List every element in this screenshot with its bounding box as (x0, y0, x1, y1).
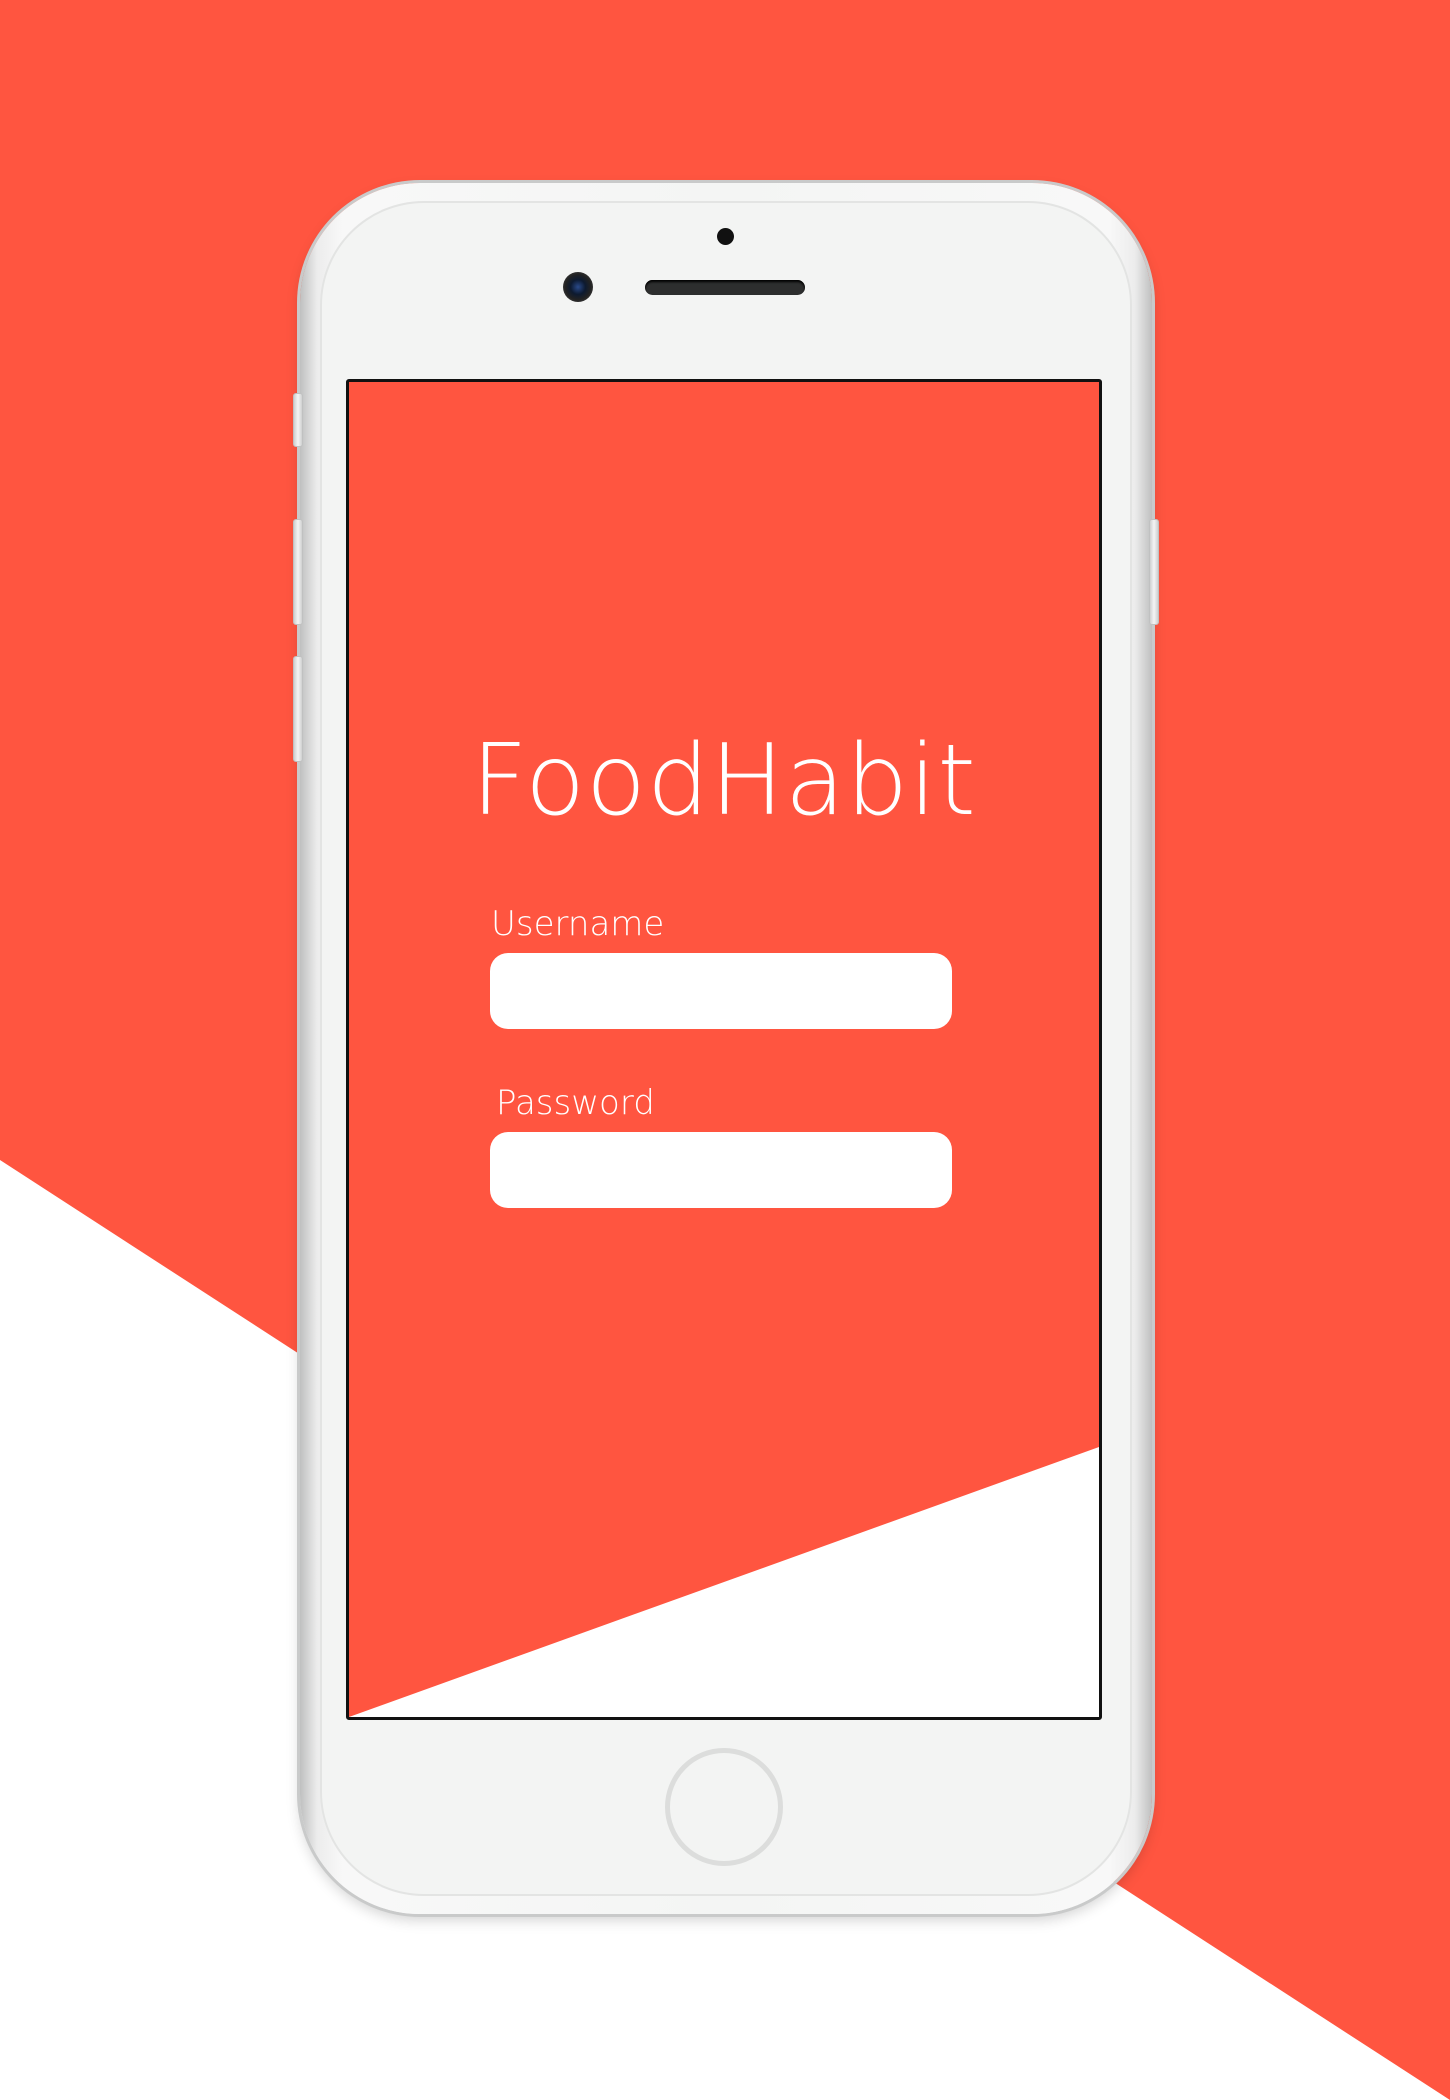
front-camera-icon (563, 272, 593, 302)
phone-screen: FoodHabit Username Password (346, 379, 1102, 1720)
username-label: Username (491, 904, 665, 944)
proximity-sensor-icon (717, 228, 734, 245)
password-label: Password (496, 1083, 655, 1123)
page-canvas: FoodHabit Username Password (0, 0, 1450, 2100)
home-button-icon[interactable] (665, 1748, 783, 1866)
password-input[interactable] (490, 1132, 952, 1208)
earpiece-speaker-icon (645, 280, 805, 295)
volume-down-button (293, 656, 303, 762)
username-input[interactable] (490, 953, 952, 1029)
volume-up-button (293, 519, 303, 625)
mute-switch (293, 393, 303, 447)
screen-background (349, 382, 1099, 1717)
power-button (1149, 519, 1159, 625)
app-title: FoodHabit (471, 724, 977, 838)
